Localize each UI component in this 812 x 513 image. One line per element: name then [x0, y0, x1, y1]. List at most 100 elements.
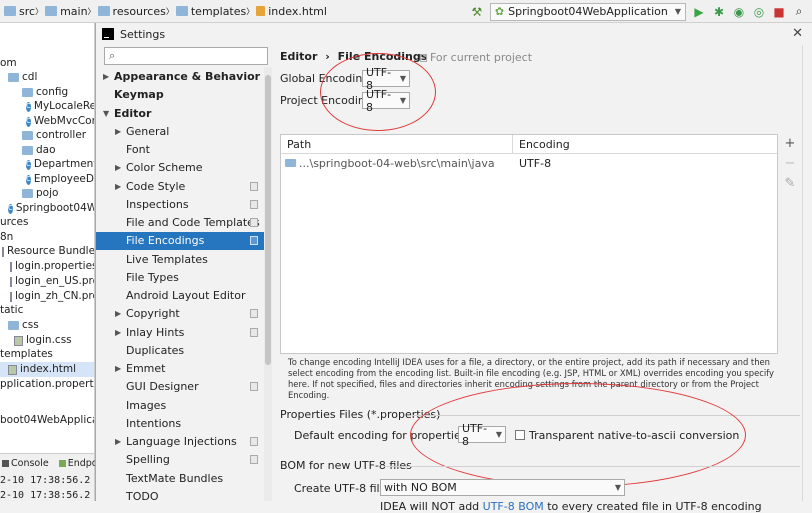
settings-item-textmate-bundles[interactable]: TextMate Bundles [96, 470, 264, 488]
settings-item-code-style[interactable]: ▶ Code Style [96, 178, 264, 196]
tree-item[interactable]: Resource Bundle 'lo [0, 244, 94, 259]
tree-item[interactable]: CDepartmentD [0, 157, 94, 172]
breadcrumb-item[interactable]: main [43, 0, 88, 23]
folder-icon [22, 131, 33, 140]
chevron-right-icon[interactable]: ▶ [115, 433, 121, 451]
settings-item-appearance-behavior[interactable]: ▶ Appearance & Behavior [96, 68, 264, 86]
settings-item-file-and-code-templates[interactable]: File and Code Templates [96, 214, 264, 232]
tree-item[interactable]: controller [0, 128, 94, 143]
add-icon[interactable]: + [783, 136, 797, 151]
breadcrumb-label: src [19, 4, 36, 18]
breadcrumb-item[interactable]: templates [174, 0, 246, 23]
tree-item[interactable]: C Springboot04We [0, 201, 94, 216]
settings-item-general[interactable]: ▶ General [96, 123, 264, 141]
search-everywhere-icon[interactable]: ⌕ [792, 4, 806, 19]
breadcrumb-item[interactable]: src [2, 0, 35, 23]
chevron-right-icon[interactable]: ▶ [115, 159, 121, 177]
bom-create-select[interactable]: with NO BOM ▼ [380, 479, 625, 496]
tree-item[interactable]: login_zh_CN.pro [0, 289, 95, 304]
settings-item-label: File and Code Templates [126, 216, 260, 229]
folder-icon [22, 189, 33, 198]
chevron-right-icon[interactable]: ▶ [103, 68, 109, 86]
settings-item-android-layout-editor[interactable]: Android Layout Editor [96, 287, 264, 305]
settings-item-inlay-hints[interactable]: ▶ Inlay Hints [96, 324, 264, 342]
table-row[interactable]: ...\springboot-04-web\src\main\java UTF-… [281, 154, 777, 172]
run-icon[interactable]: ▶ [692, 5, 706, 19]
console-tab[interactable]: Console [0, 458, 49, 469]
remove-icon[interactable]: − [783, 156, 797, 171]
chevron-right-icon[interactable]: ▶ [115, 360, 121, 378]
tree-item[interactable]: 8n [0, 230, 94, 245]
chevron-right-icon[interactable]: ▶ [115, 123, 121, 141]
tree-item-label: dao [36, 144, 56, 156]
run-configuration-select[interactable]: ✿ Springboot04WebApplication ▼ [489, 2, 686, 21]
path-encoding-table[interactable]: Path Encoding ...\springboot-04-web\src\… [280, 134, 778, 354]
settings-item-gui-designer[interactable]: GUI Designer [96, 378, 264, 396]
settings-item-images[interactable]: Images [96, 397, 264, 415]
tree-item[interactable]: CEmployeeDao [0, 172, 94, 187]
sidebar-scroll-thumb[interactable] [265, 75, 271, 365]
breadcrumb-item[interactable]: index.html [254, 0, 327, 23]
tree-item[interactable]: pplication.properties [0, 377, 94, 392]
chevron-down-icon[interactable]: ▼ [103, 105, 109, 123]
settings-item-keymap[interactable]: Keymap [96, 86, 264, 104]
tree-item[interactable]: dao [0, 143, 94, 158]
tree-item[interactable]: index.html [0, 362, 94, 377]
settings-item-color-scheme[interactable]: ▶ Color Scheme [96, 159, 264, 177]
breadcrumb-item[interactable]: resources [96, 0, 166, 23]
close-icon[interactable]: ✕ [792, 26, 803, 41]
tree-item[interactable]: login_en_US.pro [0, 274, 94, 289]
bom-note-suffix: to every created file in UTF-8 encoding [547, 500, 762, 513]
settings-item-language-injections[interactable]: ▶ Language Injections [96, 433, 264, 451]
chevron-right-icon[interactable]: ▶ [115, 305, 121, 323]
settings-item-label: TextMate Bundles [126, 471, 224, 485]
coverage-icon[interactable]: ◉ [732, 5, 746, 19]
folder-icon [4, 6, 16, 16]
settings-item-duplicates[interactable]: Duplicates [96, 342, 264, 360]
settings-item-inspections[interactable]: Inspections [96, 196, 264, 214]
hammer-icon[interactable]: ⚒ [470, 5, 484, 19]
debug-icon[interactable]: ✱ [712, 5, 726, 19]
html-file-icon [256, 6, 266, 16]
settings-item-intentions[interactable]: Intentions [96, 415, 264, 433]
tree-item-label: pplication.properties [0, 378, 94, 390]
breadcrumb-separator-icon: 〉 [165, 6, 174, 16]
settings-item-file-encodings[interactable]: File Encodings [96, 232, 264, 251]
tree-item[interactable]: templates [0, 347, 94, 362]
chevron-right-icon[interactable]: ▶ [115, 178, 121, 196]
tree-item[interactable]: cdl [0, 70, 94, 85]
utf8-bom-link[interactable]: UTF-8 BOM [483, 500, 544, 513]
settings-search-input[interactable]: ⌕ [104, 47, 268, 65]
settings-item-font[interactable]: Font [96, 141, 264, 159]
tree-item[interactable]: login.properties [0, 259, 94, 274]
tree-item[interactable]: tatic [0, 303, 94, 318]
column-header-path[interactable]: Path [287, 138, 311, 151]
scope-note-text: For current project [430, 51, 533, 64]
project-scope-icon [250, 218, 258, 227]
profile-icon[interactable]: ◎ [752, 5, 766, 19]
tree-item-label: tatic [0, 304, 24, 316]
tree-item[interactable]: om [0, 56, 94, 71]
tree-item[interactable]: urces [0, 215, 94, 230]
tree-item[interactable]: pojo [0, 186, 94, 201]
settings-item-emmet[interactable]: ▶ Emmet [96, 360, 264, 378]
settings-item-spelling[interactable]: Spelling [96, 451, 264, 469]
tree-item[interactable]: config [0, 85, 94, 100]
tree-item[interactable]: css [0, 318, 94, 333]
tree-item[interactable]: boot04WebApplicatio [0, 413, 94, 428]
edit-icon[interactable]: ✎ [783, 176, 797, 191]
settings-item-live-templates[interactable]: Live Templates [96, 251, 264, 269]
settings-item-todo[interactable]: TODO [96, 488, 264, 506]
tree-item-label: login_zh_CN.pro [15, 290, 95, 302]
settings-item-file-types[interactable]: File Types [96, 269, 264, 287]
tree-item[interactable]: login.css [0, 333, 94, 348]
settings-item-editor[interactable]: ▼ Editor [96, 105, 264, 123]
column-header-encoding[interactable]: Encoding [519, 138, 570, 151]
tree-item[interactable]: C WebMvcCon [0, 114, 94, 129]
settings-item-copyright[interactable]: ▶ Copyright [96, 305, 264, 323]
row-encoding[interactable]: UTF-8 [519, 157, 551, 170]
tree-item[interactable]: C MyLocaleRes [0, 99, 94, 114]
settings-item-label: Font [126, 143, 150, 156]
chevron-right-icon[interactable]: ▶ [115, 324, 121, 342]
stop-icon[interactable]: ■ [772, 5, 786, 19]
